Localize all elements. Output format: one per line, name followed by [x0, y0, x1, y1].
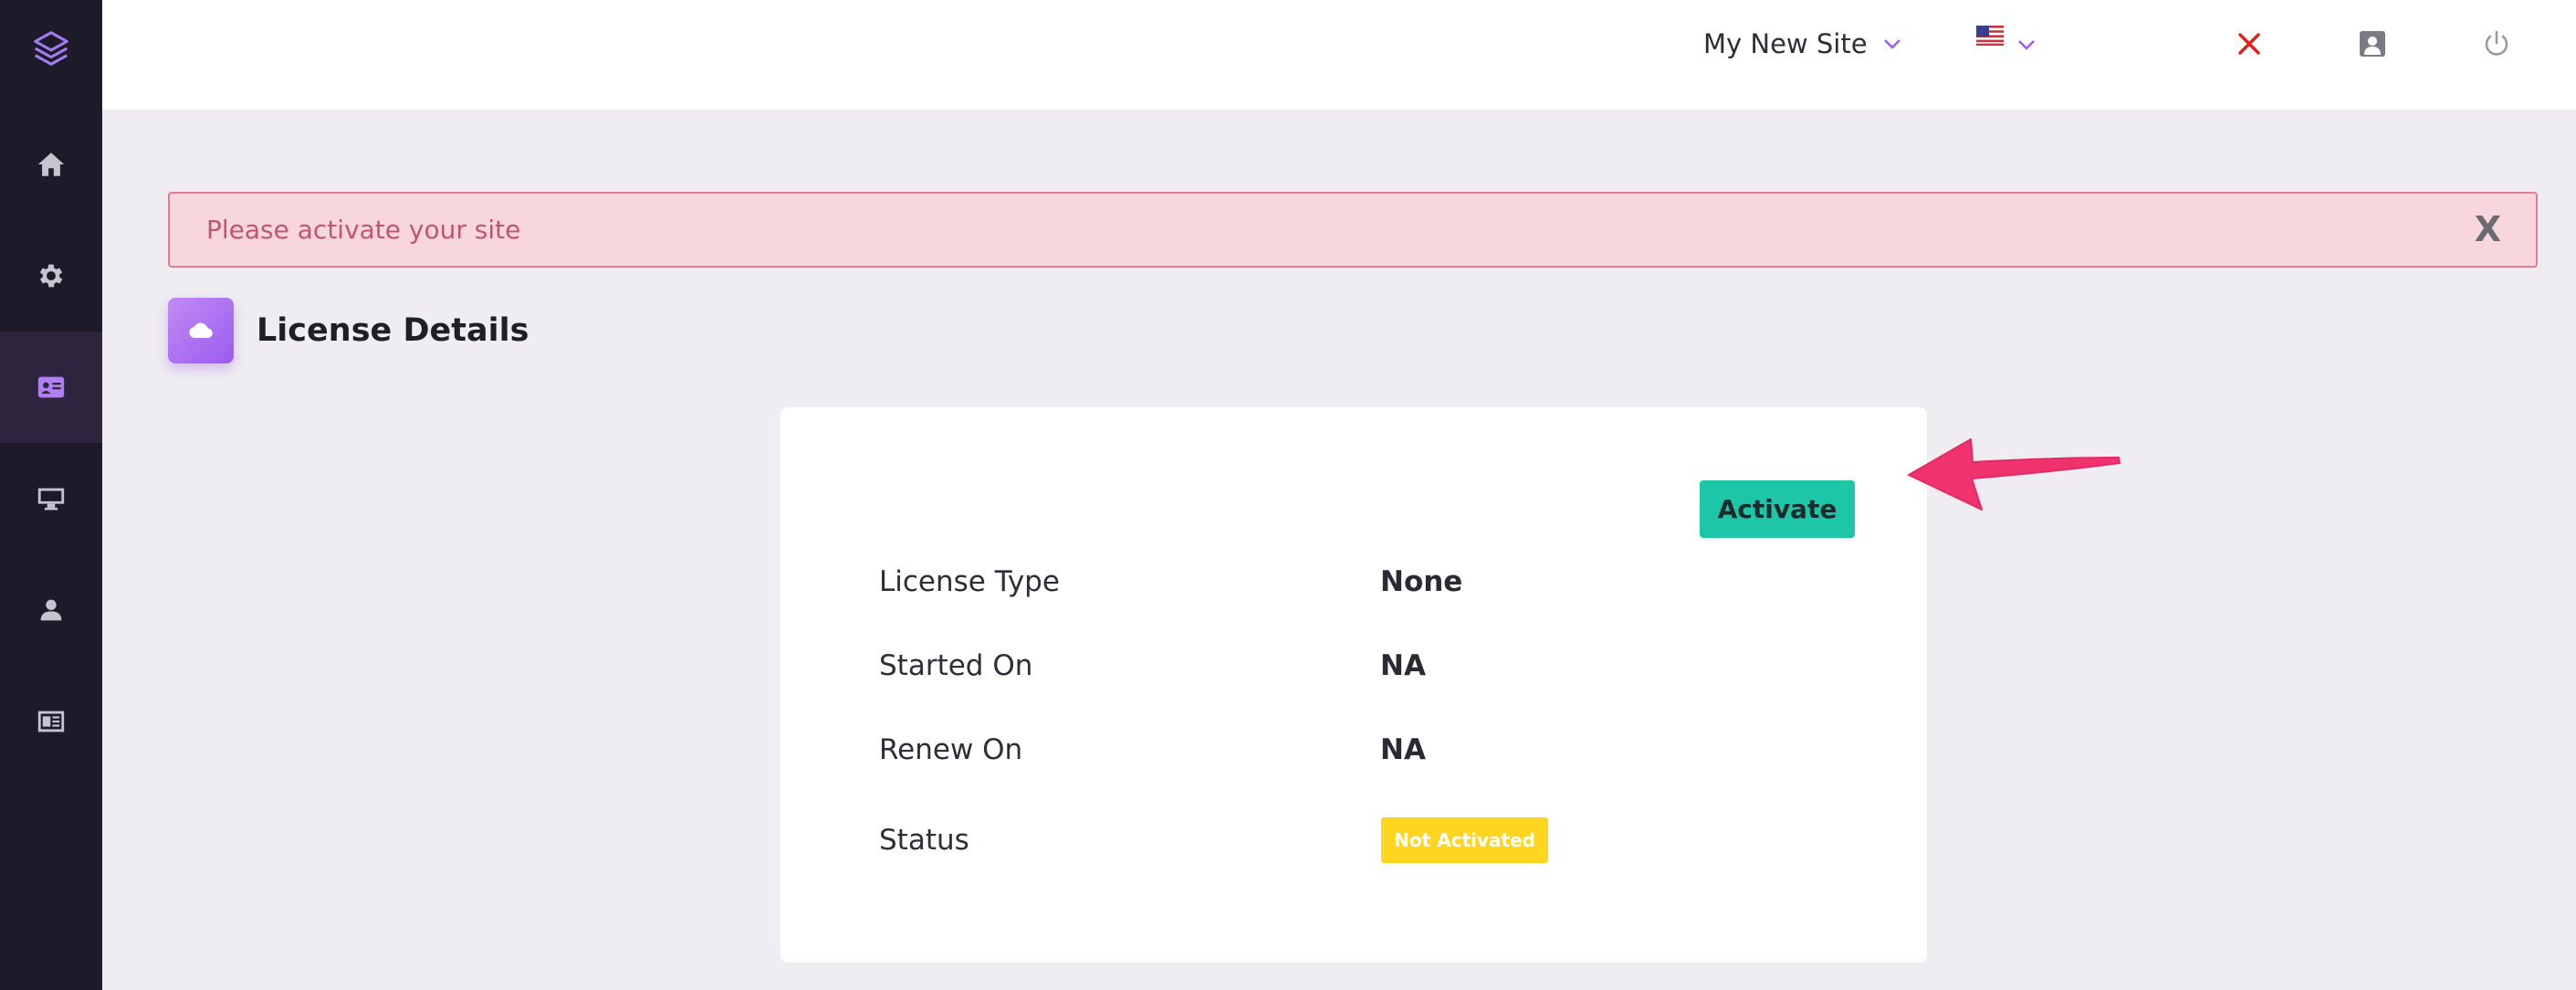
cloud-icon — [168, 298, 234, 363]
user-icon — [40, 599, 62, 621]
renew-on-label: Renew On — [879, 733, 1023, 766]
language-selector[interactable] — [1976, 26, 2037, 51]
newspaper-icon — [37, 711, 65, 732]
license-type-value: None — [1380, 565, 1463, 598]
sidebar-item-docs[interactable] — [0, 666, 102, 777]
activate-button[interactable]: Activate — [1700, 480, 1855, 538]
sidebar-item-users[interactable] — [0, 554, 102, 666]
account-box-icon[interactable] — [2356, 27, 2389, 60]
close-icon[interactable] — [2233, 27, 2266, 60]
alert-close-button[interactable]: X — [2475, 212, 2501, 247]
started-on-value: NA — [1380, 649, 1426, 682]
sidebar-item-settings[interactable] — [0, 220, 102, 332]
chevron-down-icon — [2018, 40, 2035, 50]
id-card-icon — [37, 376, 65, 398]
sidebar-item-home[interactable] — [0, 109, 102, 220]
power-icon[interactable] — [2480, 27, 2513, 60]
site-name: My New Site — [1703, 28, 1868, 59]
sidebar-item-display[interactable] — [0, 443, 102, 554]
us-flag-icon — [1976, 26, 2004, 46]
license-type-label: License Type — [879, 565, 1060, 598]
monitor-icon — [37, 488, 65, 511]
sidebar — [0, 0, 102, 990]
page-title: License Details — [257, 312, 529, 349]
home-icon — [37, 153, 65, 176]
gear-icon — [39, 264, 63, 288]
status-badge: Not Activated — [1381, 817, 1548, 863]
top-bar — [102, 0, 2576, 110]
site-selector[interactable]: My New Site — [1703, 0, 1902, 88]
started-on-label: Started On — [879, 649, 1033, 682]
chevron-down-icon — [1883, 39, 1901, 49]
pointer-arrow — [1908, 438, 2120, 511]
activation-alert: Please activate your site X — [168, 192, 2538, 268]
alert-message: Please activate your site — [206, 215, 521, 245]
sidebar-item-license[interactable] — [0, 332, 102, 443]
status-label: Status — [879, 824, 969, 857]
logo-layers-icon[interactable] — [0, 0, 102, 97]
renew-on-value: NA — [1380, 733, 1426, 766]
